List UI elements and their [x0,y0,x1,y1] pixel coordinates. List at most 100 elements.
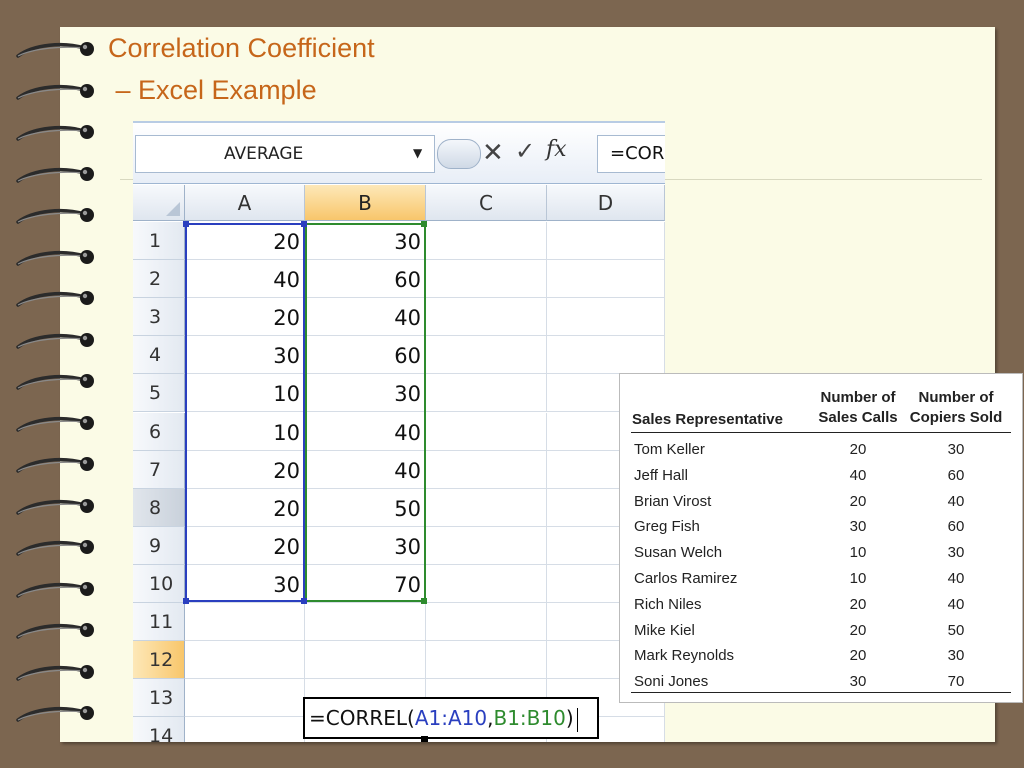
row-header[interactable]: 14 [133,717,185,742]
cell-c7[interactable] [426,450,547,489]
formula-input[interactable]: =COR [597,135,665,173]
spiral-ring-icon [14,163,96,185]
spiral-ring-icon [14,619,96,641]
cell-d2[interactable] [547,260,665,299]
cell-c10[interactable] [426,564,547,603]
name-box-value: AVERAGE [224,144,304,164]
cell-c1[interactable] [426,222,547,261]
spiral-ring-icon [14,370,96,392]
table-cell-name: Soni Jones [634,673,709,691]
table-cell-sold: 40 [947,492,965,510]
row-header[interactable]: 13 [133,679,185,718]
row-header[interactable]: 7 [133,450,185,489]
cell-c4[interactable] [426,336,547,375]
table-cell-calls: 20 [849,441,867,458]
cell-c8[interactable] [426,488,547,527]
spiral-ring-icon [14,702,96,724]
row-header[interactable]: 3 [133,298,185,337]
column-header-d[interactable]: D [547,185,665,221]
table-cell-sold: 40 [947,595,965,613]
enter-check-icon[interactable]: ✓ [515,137,535,166]
cell-c2[interactable] [426,260,547,299]
table-cell-calls: 20 [849,595,867,613]
slide-title-line-2: – Excel Example [108,75,317,105]
row-header[interactable]: 8 [133,488,185,527]
spiral-ring-icon [14,412,96,434]
column-header-b[interactable]: B [305,185,426,221]
cell-c9[interactable] [426,526,547,565]
cell-a11[interactable] [185,603,305,642]
table-cell-calls: 30 [849,518,867,536]
formula-range-a: A1:A10 [414,706,488,730]
cell-b11[interactable] [305,603,426,642]
cell-a14[interactable] [185,717,305,742]
range-a-handle[interactable] [301,221,307,227]
table-cell-sold: 60 [947,466,965,484]
data-table-image: Sales Representative Number of Sales Calls… [619,373,1023,703]
name-box[interactable]: AVERAGE ▼ [135,135,435,173]
table-cell-name: Mike Kiel [634,621,695,639]
range-b-handle[interactable] [421,598,427,604]
table-cell-sold: 70 [947,673,965,691]
text-cursor [576,707,578,732]
column-header-a[interactable]: A [185,185,305,221]
row-header[interactable]: 4 [133,336,185,375]
range-b1-b10-highlight [305,223,426,602]
table-cell-name: Mark Reynolds [634,647,735,665]
formula-bar: AVERAGE ▼ ✕ ✓ fx =COR [133,123,665,184]
row-header[interactable]: 2 [133,260,185,299]
select-all-button[interactable] [133,185,185,221]
table-cell-name: Rich Niles [634,595,702,613]
fill-handle[interactable] [421,736,428,742]
table-cell-calls: 20 [849,621,867,639]
cell-b12-editor[interactable]: =CORREL(A1:A10,B1:B10) [303,697,599,742]
row-header[interactable]: 11 [133,603,185,642]
table-cell-sold: 30 [947,441,965,458]
cell-a13[interactable] [185,679,305,718]
formula-range-b: B1:B10 [493,706,566,730]
spiral-ring-icon [14,204,96,226]
row-header[interactable]: 6 [133,412,185,451]
table-cell-sold: 30 [947,647,965,665]
cancel-icon[interactable]: ✕ [482,137,504,168]
cell-b12[interactable] [305,641,426,680]
row-header[interactable]: 5 [133,374,185,413]
row-header[interactable]: 10 [133,564,185,603]
spiral-ring-icon [14,578,96,600]
chevron-down-icon[interactable]: ▼ [413,146,422,160]
range-a-handle[interactable] [301,598,307,604]
header-sales-calls-line1: Number of [820,389,896,406]
range-b-handle[interactable] [421,221,427,227]
formula-input-value: =COR [610,143,665,164]
table-bottom-rule [631,692,1011,693]
cell-d3[interactable] [547,298,665,337]
range-a-handle[interactable] [183,221,189,227]
resize-handle-icon[interactable] [437,139,481,169]
cell-c6[interactable] [426,412,547,451]
cell-a12[interactable] [185,641,305,680]
header-sales-representative: Sales Representative [632,411,783,428]
insert-function-icon[interactable]: fx [546,137,567,162]
table-cell-sold: 60 [947,518,965,536]
slide-title-line-1: Correlation Coefficient [108,33,375,63]
table-cell-name: Greg Fish [634,518,700,536]
row-header[interactable]: 1 [133,222,185,261]
header-copiers-sold-line2: Copiers Sold [909,409,1003,426]
cell-c3[interactable] [426,298,547,337]
cell-c12[interactable] [426,641,547,680]
cell-c5[interactable] [426,374,547,413]
spiral-ring-icon [14,661,96,683]
row-header[interactable]: 9 [133,526,185,565]
table-cell-sold: 30 [947,544,965,562]
column-header-c[interactable]: C [426,185,547,221]
cell-c11[interactable] [426,603,547,642]
spiral-ring-icon [14,80,96,102]
cell-d4[interactable] [547,336,665,375]
spiral-ring-icon [14,121,96,143]
table-cell-calls: 40 [849,466,867,484]
cell-d1[interactable] [547,222,665,261]
table-cell-sold: 40 [947,570,965,587]
range-a-handle[interactable] [183,598,189,604]
row-header[interactable]: 12 [133,641,185,680]
table-cell-name: Tom Keller [634,441,705,458]
